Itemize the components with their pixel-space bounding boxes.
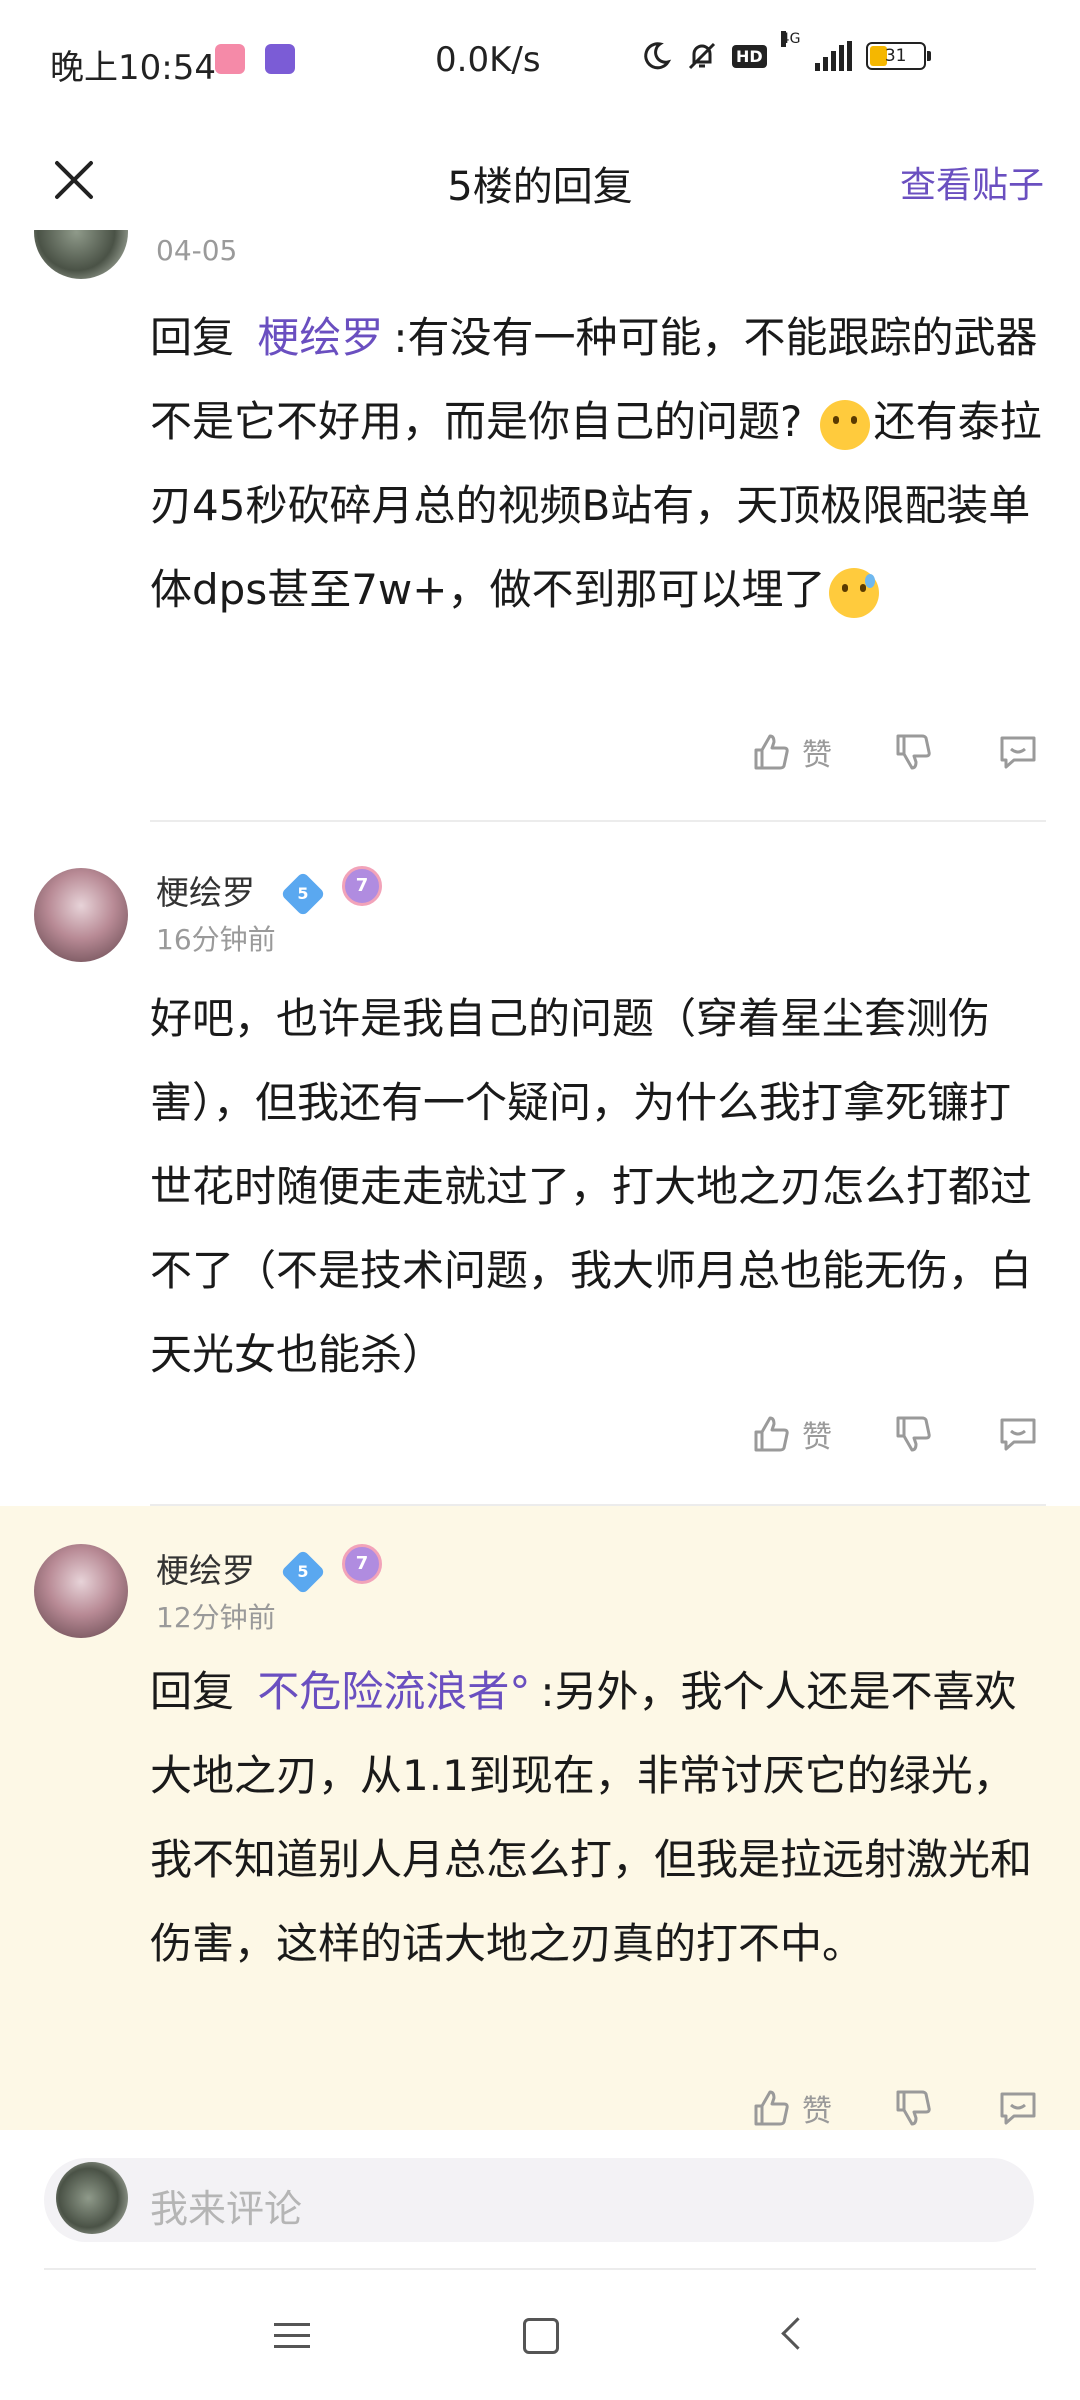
thumbs-up-icon	[754, 2090, 789, 2126]
comment-placeholder: 我来评论	[150, 2187, 303, 2231]
reply-list[interactable]: 04-05 回复 梗绘罗:有没有一种可能，不能跟踪的武器不是它不好用，而是你自己…	[0, 230, 1080, 2130]
top-bar: 5楼的回复 查看贴子	[0, 130, 1080, 230]
reply-item-highlighted: 梗绘罗 5 7 12分钟前 回复 不危险流浪者°:另外，我个人还是不喜欢大地之刃…	[0, 1506, 1080, 2130]
thumbs-down-icon	[896, 734, 931, 770]
thumbs-up-icon	[754, 1416, 789, 1452]
comment-bubble-icon	[1000, 2092, 1036, 2125]
status-bar: 晚上10:54 0.0K/s HD 4G 31	[0, 0, 1080, 130]
network-type: 4G	[780, 31, 801, 47]
dislike-button[interactable]	[892, 730, 936, 774]
medal-badge: 7	[342, 1544, 382, 1584]
like-label: 赞	[802, 2094, 832, 2129]
moon-icon	[644, 42, 672, 70]
mute-bell-icon	[688, 42, 716, 70]
dislike-button[interactable]	[892, 1412, 936, 1456]
avatar[interactable]	[34, 868, 128, 962]
reply-text: 好吧，也许是我自己的问题（穿着星尘套测伤害），但我还有一个疑问，为什么我打拿死镰…	[150, 994, 1033, 1379]
dislike-button[interactable]	[892, 2086, 936, 2130]
comment-bubble-icon	[1000, 736, 1036, 769]
medal-badge: 7	[342, 866, 382, 906]
reply-time: 16分钟前	[156, 923, 276, 956]
my-avatar	[56, 2162, 128, 2234]
network-speed: 0.0K/s	[435, 40, 541, 80]
reply-prefix: 回复	[150, 313, 235, 362]
comment-bubble-icon	[1000, 1418, 1036, 1451]
system-nav-bar	[0, 2270, 1080, 2400]
mention-link[interactable]: 梗绘罗	[257, 313, 383, 362]
like-label: 赞	[802, 738, 832, 773]
reply-time: 04-05	[156, 234, 238, 267]
username[interactable]: 梗绘罗	[156, 1544, 255, 1592]
status-time: 晚上10:54	[50, 48, 216, 88]
thumbs-up-icon	[754, 734, 789, 770]
signal-icon: 4G	[780, 31, 852, 71]
like-button[interactable]: 赞	[750, 730, 832, 774]
thinking-emoji-icon	[819, 399, 870, 450]
avatar[interactable]	[34, 1544, 128, 1638]
like-button[interactable]: 赞	[750, 1412, 832, 1456]
reply-item: 04-05 回复 梗绘罗:有没有一种可能，不能跟踪的武器不是它不好用，而是你自己…	[0, 230, 1080, 822]
comment-button[interactable]	[996, 730, 1040, 774]
tieba-notification-icon	[265, 44, 295, 74]
home-icon[interactable]	[515, 2310, 565, 2360]
status-icons: HD 4G 31	[640, 31, 931, 76]
reply-actions: 赞	[750, 2086, 1040, 2130]
app-notification-icon	[215, 44, 245, 74]
thumbs-down-icon	[896, 1416, 931, 1452]
reply-prefix: 回复	[150, 1667, 235, 1716]
reply-actions: 赞	[750, 730, 1040, 774]
reply-text: 回复 梗绘罗:有没有一种可能，不能跟踪的武器不是它不好用，而是你自己的问题? 还…	[150, 296, 1050, 632]
mention-link[interactable]: 不危险流浪者°	[257, 1667, 530, 1716]
menu-icon[interactable]	[268, 2310, 318, 2360]
comment-bar: 我来评论	[0, 2130, 1080, 2270]
sweat-smile-emoji-icon	[829, 567, 880, 618]
level-badge: 5	[280, 871, 326, 917]
back-icon[interactable]	[770, 2310, 820, 2360]
like-button[interactable]: 赞	[750, 2086, 832, 2130]
reply-item: 梗绘罗 5 7 16分钟前 好吧，也许是我自己的问题（穿着星尘套测伤害），但我还…	[0, 822, 1080, 1506]
battery-level: 31	[884, 46, 907, 66]
hd-icon: HD	[732, 44, 767, 68]
comment-button[interactable]	[996, 2086, 1040, 2130]
like-label: 赞	[802, 1420, 832, 1455]
reply-text: 回复 不危险流浪者°:另外，我个人还是不喜欢大地之刃，从1.1到现在，非常讨厌它…	[150, 1650, 1050, 1986]
avatar[interactable]	[34, 230, 128, 279]
view-post-link[interactable]: 查看贴子	[900, 156, 1044, 208]
reply-time: 12分钟前	[156, 1601, 276, 1634]
battery-icon: 31	[865, 42, 931, 70]
reply-actions: 赞	[750, 1412, 1040, 1456]
thumbs-down-icon	[896, 2090, 931, 2126]
level-badge: 5	[280, 1549, 326, 1595]
comment-button[interactable]	[996, 1412, 1040, 1456]
username[interactable]: 梗绘罗	[156, 866, 255, 914]
